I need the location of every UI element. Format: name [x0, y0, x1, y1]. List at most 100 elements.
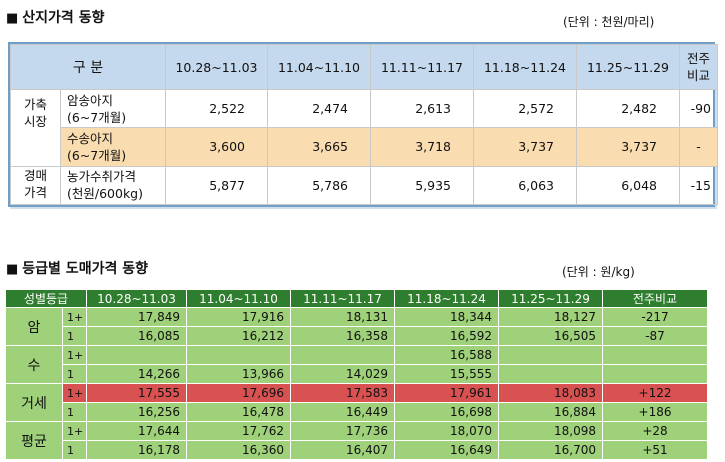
header-cell: 10.28~11.03: [86, 289, 188, 308]
table-cell: 16,505: [498, 326, 604, 346]
table-cell: 3,737: [473, 127, 577, 167]
row-label-line1: 암송아지: [67, 92, 114, 108]
table-cell-diff: -87: [602, 326, 709, 346]
table-cell-diff: [602, 345, 709, 365]
table-cell-diff: -217: [602, 307, 709, 327]
table-cell-diff: [602, 364, 709, 384]
table-cell: 17,736: [290, 421, 396, 441]
table-cell: 16,178: [86, 440, 188, 460]
table-cell: 3,718: [370, 127, 474, 167]
table-cell: 2,482: [576, 88, 680, 129]
table-cell-diff: +186: [602, 402, 709, 422]
square-bullet-icon: ■: [6, 11, 19, 26]
header-period: 11.04~11.10: [267, 44, 371, 90]
header-gubun: 구 분: [10, 44, 166, 90]
section1-title-text: 산지가격 동향: [22, 10, 105, 26]
table-cell: 16,700: [498, 440, 604, 460]
table-cell: 14,266: [86, 364, 188, 384]
table-cell-diff: -: [679, 127, 718, 167]
table-cell: 2,474: [267, 88, 371, 129]
grade-cell: 1: [61, 364, 88, 384]
table-cell: 3,665: [267, 127, 371, 167]
table-cell: 16,212: [186, 326, 292, 346]
table-cell: 16,592: [394, 326, 500, 346]
side-label-line: 시장: [23, 114, 47, 129]
table2-body: 암 1+ 17,849 17,916 18,131 18,344 18,127 -217 1 16…: [5, 307, 709, 460]
table-cell: 16,449: [290, 402, 396, 422]
table-row: 1 16,085 16,212 16,358 16,592 16,505 -87: [6, 326, 709, 346]
table-cell: 17,644: [86, 421, 188, 441]
table-cell: 16,360: [186, 440, 292, 460]
table-cell: 3,737: [576, 127, 680, 167]
table-cell: 2,522: [165, 88, 268, 129]
section1-title: ■ 산지가격 동향: [6, 7, 104, 27]
header-period: 11.18~11.24: [473, 44, 577, 90]
square-bullet-icon: ■: [6, 262, 19, 277]
table-cell-diff: +122: [602, 383, 709, 403]
table-cell: 6,048: [576, 165, 680, 206]
table-cell-diff: +28: [602, 421, 709, 441]
header-compare: 전주 비교: [679, 44, 718, 90]
header-cell: 11.11~11.17: [290, 289, 396, 308]
table-cell: 18,344: [394, 307, 500, 327]
header-period: 11.25~11.29: [576, 44, 680, 90]
table-cell: 18,070: [394, 421, 500, 441]
table-cell: 16,256: [86, 402, 188, 422]
grade-cell: 1+: [61, 421, 88, 441]
section2-unit: (단위 : 원/kg): [562, 265, 635, 279]
table-cell: 18,131: [290, 307, 396, 327]
group-label: 암: [5, 307, 63, 346]
table-cell: 14,029: [290, 364, 396, 384]
row-label: 수송아지 (6~7개월): [60, 127, 166, 167]
table-cell: 13,966: [186, 364, 292, 384]
table-cell: 17,762: [186, 421, 292, 441]
header-cell: 11.25~11.29: [498, 289, 604, 308]
table-cell: 17,583: [290, 383, 396, 403]
table-row: 수송아지 (6~7개월) 3,600 3,665 3,718 3,737 3,7…: [11, 127, 718, 167]
side-label-livestock-market: 가축 시장: [10, 89, 61, 167]
row-label: 농가수취가격 (천원/600kg): [60, 165, 166, 206]
grade-cell: 1: [61, 326, 88, 346]
header-cell: 성별등급: [4, 289, 88, 308]
table1-header-row: 구 분 10.28~11.03 11.04~11.10 11.11~11.17 …: [10, 44, 718, 90]
table-cell: 6,063: [473, 165, 577, 206]
header-cell: 11.04~11.10: [186, 289, 292, 308]
table-cell: 17,961: [394, 383, 500, 403]
row-label: 암송아지 (6~7개월): [60, 88, 166, 129]
section1-unit: (단위 : 천원/마리): [563, 15, 655, 29]
table-cell: 16,085: [86, 326, 188, 346]
table-cell: 18,127: [498, 307, 604, 327]
grade-cell: 1+: [61, 383, 88, 403]
grade-cell: 1+: [61, 345, 88, 365]
side-label-line: 가격: [23, 184, 47, 200]
header-compare-line2: 비교: [686, 68, 710, 83]
group-label: 거세: [5, 383, 63, 422]
table-cell: 2,613: [370, 88, 474, 129]
table-row: 평균 1+ 17,644 17,762 17,736 18,070 18,098 +28: [5, 421, 709, 460]
table-cell: 15,555: [394, 364, 500, 384]
table-cell: 16,358: [290, 326, 396, 346]
header-cell: 11.18~11.24: [394, 289, 500, 308]
grade-wholesale-price-table: 성별등급 10.28~11.03 11.04~11.10 11.11~11.17…: [4, 289, 709, 460]
table-cell: [498, 345, 604, 365]
header-compare-line1: 전주: [686, 51, 710, 66]
table-cell: 17,916: [186, 307, 292, 327]
section2-title: ■ 등급별 도매가격 동향: [6, 258, 148, 278]
table-cell: [86, 345, 188, 365]
header-period: 10.28~11.03: [165, 44, 268, 90]
row-label-line1: 수송아지: [67, 130, 114, 146]
row-label-line2: (천원/600kg): [67, 186, 143, 202]
table-cell: 5,935: [370, 165, 474, 206]
table-row: 수 1+ 16,588: [5, 345, 709, 384]
table-cell: 16,407: [290, 440, 396, 460]
row-label-line2: (6~7개월): [67, 147, 127, 163]
table-row: 1 16,256 16,478 16,449 16,698 16,884 +186: [6, 402, 709, 422]
grade-cell: 1: [61, 440, 88, 460]
table-cell: 5,786: [267, 165, 371, 206]
table-cell: 16,478: [186, 402, 292, 422]
grade-cell: 1: [61, 402, 88, 422]
table-row: 거세 1+ 17,555 17,696 17,583 17,961 18,083 +122: [5, 383, 709, 422]
table-cell-diff: +51: [602, 440, 709, 460]
header-period: 11.11~11.17: [370, 44, 474, 90]
section2-title-text: 등급별 도매가격 동향: [22, 261, 148, 277]
